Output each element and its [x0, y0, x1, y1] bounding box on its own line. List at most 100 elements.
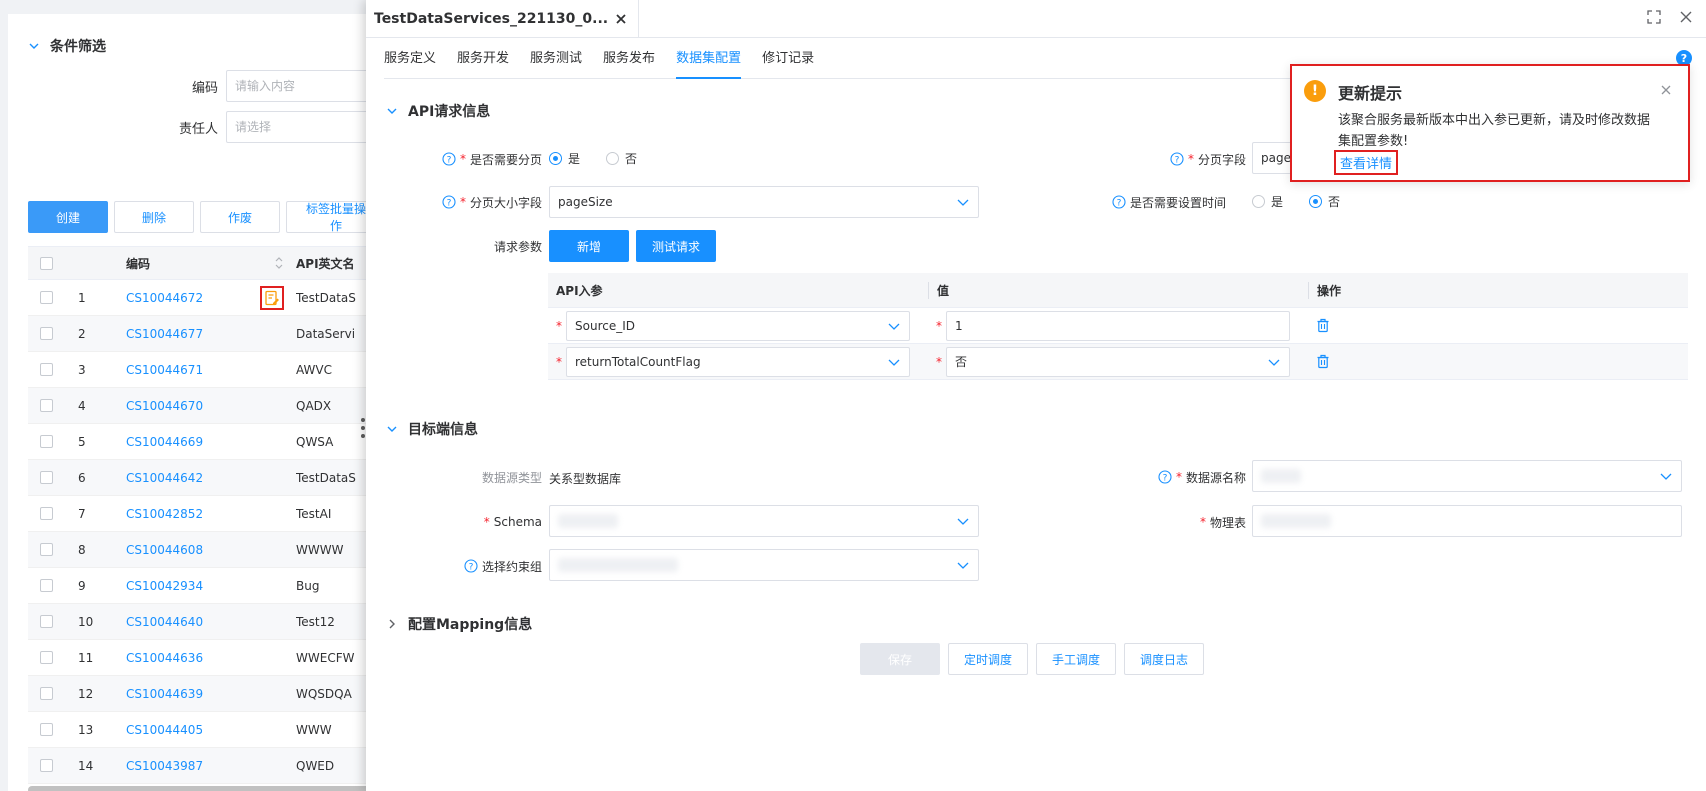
drawer-title-tab[interactable]: TestDataServices_221130_0...: [374, 0, 640, 38]
delete-button[interactable]: 删除: [114, 201, 194, 233]
scheduled-dispatch-button[interactable]: 定时调度: [948, 643, 1028, 675]
table-row[interactable]: 5 CS10044669 QWSA: [28, 424, 368, 460]
row-checkbox[interactable]: [39, 579, 53, 592]
table-row[interactable]: 9 CS10042934 Bug: [28, 568, 368, 604]
need-paging-no[interactable]: 否: [606, 150, 637, 167]
row-checkbox[interactable]: [39, 435, 53, 448]
row-code-link[interactable]: CS10043987: [126, 759, 203, 773]
page-size-select[interactable]: pageSize: [549, 186, 979, 218]
owner-select[interactable]: [226, 111, 368, 143]
table-row[interactable]: 11 CS10044636 WWECFW: [28, 640, 368, 676]
table-row[interactable]: 4 CS10044670 QADX: [28, 388, 368, 424]
code-input[interactable]: [226, 70, 368, 102]
row-checkbox[interactable]: [39, 543, 53, 556]
tab-service-publish[interactable]: 服务发布: [603, 44, 655, 78]
trash-icon[interactable]: [1316, 354, 1688, 369]
question-circle-icon[interactable]: ?: [464, 559, 478, 573]
row-checkbox[interactable]: [39, 471, 53, 484]
row-checkbox[interactable]: [39, 651, 53, 664]
table-row[interactable]: 2 CS10044677 DataServi: [28, 316, 368, 352]
target-section-header[interactable]: 目标端信息: [386, 419, 478, 439]
select-all-checkbox[interactable]: [39, 256, 53, 270]
void-button[interactable]: 作废: [200, 201, 280, 233]
batch-tag-button[interactable]: 标签批量操作: [286, 201, 368, 233]
row-index: 6: [78, 470, 86, 485]
question-circle-icon[interactable]: ?: [442, 152, 456, 166]
need-time-yes[interactable]: 是: [1252, 193, 1283, 210]
list-page: 条件筛选 编码 责任人 创建 删除 作废 标签批量操作 编码: [0, 0, 368, 791]
row-code-link[interactable]: CS10044672: [126, 291, 203, 305]
view-details-link[interactable]: 查看详情: [1334, 150, 1399, 175]
test-request-button[interactable]: 测试请求: [636, 230, 716, 262]
row-checkbox[interactable]: [39, 363, 53, 376]
row-code-link[interactable]: CS10044669: [126, 435, 203, 449]
table-row[interactable]: 10 CS10044640 Test12: [28, 604, 368, 640]
row-checkbox[interactable]: [39, 759, 53, 772]
question-circle-icon[interactable]: ?: [1158, 470, 1172, 484]
table-row[interactable]: 13 CS10044405 WWW: [28, 712, 368, 748]
need-paging-yes[interactable]: 是: [549, 150, 580, 167]
param-name-select[interactable]: returnTotalCountFlag: [566, 346, 910, 377]
row-code-link[interactable]: CS10042852: [126, 507, 203, 521]
row-code-link[interactable]: CS10044677: [126, 327, 203, 341]
mapping-section-header[interactable]: 配置Mapping信息: [386, 614, 532, 634]
row-code-link[interactable]: CS10044670: [126, 399, 203, 413]
need-time-no[interactable]: 否: [1309, 193, 1340, 210]
question-circle-icon[interactable]: ?: [442, 195, 456, 209]
ds-name-select[interactable]: [1252, 460, 1682, 492]
constraint-group-select[interactable]: [549, 549, 979, 581]
question-circle-icon[interactable]: ?: [1170, 152, 1184, 166]
save-button[interactable]: 保存: [860, 643, 940, 675]
fullscreen-icon[interactable]: [1646, 9, 1662, 25]
row-code-link[interactable]: CS10044671: [126, 363, 203, 377]
tab-service-development[interactable]: 服务开发: [457, 44, 509, 78]
trash-icon[interactable]: [1316, 318, 1688, 333]
table-row[interactable]: 14 CS10043987 QWED: [28, 748, 368, 784]
tab-service-definition[interactable]: 服务定义: [384, 44, 436, 78]
row-checkbox[interactable]: [39, 723, 53, 736]
table-row[interactable]: 3 CS10044671 AWVC: [28, 352, 368, 388]
table-row[interactable]: 6 CS10044642 TestDataS: [28, 460, 368, 496]
row-code-link[interactable]: CS10044608: [126, 543, 203, 557]
close-icon[interactable]: [1660, 84, 1672, 96]
row-checkbox[interactable]: [39, 399, 53, 412]
edit-doc-icon[interactable]: [264, 290, 280, 306]
row-checkbox[interactable]: [39, 291, 53, 304]
row-checkbox[interactable]: [39, 687, 53, 700]
row-code-link[interactable]: CS10042934: [126, 579, 203, 593]
list-toolbar: 创建 删除 作废 标签批量操作: [28, 201, 368, 233]
add-param-button[interactable]: 新增: [549, 230, 629, 262]
table-row[interactable]: 1 CS10044672 TestDataS: [28, 280, 368, 316]
row-checkbox[interactable]: [39, 327, 53, 340]
row-checkbox[interactable]: [39, 615, 53, 628]
api-section-header[interactable]: API请求信息: [386, 101, 490, 121]
table-row[interactable]: 12 CS10044639 WQSDQA: [28, 676, 368, 712]
horizontal-scrollbar[interactable]: [28, 786, 368, 791]
table-row[interactable]: 8 CS10044608 WWWW: [28, 532, 368, 568]
close-drawer-icon[interactable]: [1678, 9, 1694, 25]
row-code-link[interactable]: CS10044639: [126, 687, 203, 701]
tab-service-test[interactable]: 服务测试: [530, 44, 582, 78]
row-code-link[interactable]: CS10044636: [126, 651, 203, 665]
dispatch-log-button[interactable]: 调度日志: [1124, 643, 1204, 675]
physical-table-input[interactable]: [1252, 505, 1682, 537]
close-tab-icon[interactable]: [614, 12, 628, 26]
filter-header[interactable]: 条件筛选: [28, 36, 106, 56]
param-name-select[interactable]: Source_ID: [566, 310, 910, 341]
tab-revision-history[interactable]: 修订记录: [762, 44, 814, 78]
sort-icon[interactable]: [274, 256, 284, 270]
schema-select[interactable]: [549, 505, 979, 537]
row-code-link[interactable]: CS10044642: [126, 471, 203, 485]
create-button[interactable]: 创建: [28, 201, 108, 233]
manual-dispatch-button[interactable]: 手工调度: [1036, 643, 1116, 675]
tab-dataset-config[interactable]: 数据集配置: [676, 44, 742, 79]
column-code-header[interactable]: 编码: [126, 255, 296, 272]
param-value-input[interactable]: 1: [946, 310, 1290, 341]
row-code-link[interactable]: CS10044405: [126, 723, 203, 737]
param-value-input[interactable]: 否: [946, 346, 1290, 377]
table-row[interactable]: 7 CS10042852 TestAI: [28, 496, 368, 532]
row-checkbox[interactable]: [39, 507, 53, 520]
question-circle-icon[interactable]: ?: [1112, 195, 1126, 209]
row-code-link[interactable]: CS10044640: [126, 615, 203, 629]
drawer-resize-handle[interactable]: [361, 418, 365, 438]
